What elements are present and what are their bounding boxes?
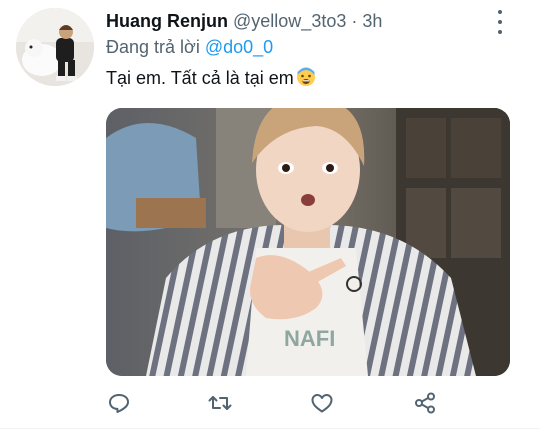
user-handle[interactable]: @yellow_3to3 [233, 11, 346, 31]
heart-icon[interactable] [309, 390, 335, 416]
replying-to-label: Đang trả lời [106, 37, 200, 57]
replying-to: Đang trả lời @do0_0 [106, 36, 273, 58]
share-icon[interactable] [412, 390, 438, 416]
tweet-header: Huang Renjun @yellow_3to3 · 3h [106, 10, 382, 32]
reply-icon[interactable] [106, 390, 132, 416]
tweet-actions [106, 390, 526, 416]
tweet-text: Tại em. Tất cả là tại em [106, 66, 316, 93]
photo-image: NAFI [106, 108, 510, 376]
svg-text:NAFI: NAFI [284, 326, 335, 351]
retweet-icon[interactable] [207, 390, 233, 416]
separator-dot: · [351, 11, 358, 31]
timestamp[interactable]: 3h [362, 11, 382, 31]
avatar[interactable] [16, 8, 94, 86]
tweet-divider [0, 428, 540, 429]
display-name[interactable]: Huang Renjun [106, 11, 228, 31]
avatar-image [16, 8, 94, 86]
more-options-icon[interactable] [490, 10, 510, 34]
reply-mention-link[interactable]: @do0_0 [205, 37, 273, 57]
tweet-text-content: Tại em. Tất cả là tại em [106, 68, 294, 88]
fearful-face-icon [296, 67, 316, 93]
tweet-photo[interactable]: NAFI [106, 108, 510, 376]
